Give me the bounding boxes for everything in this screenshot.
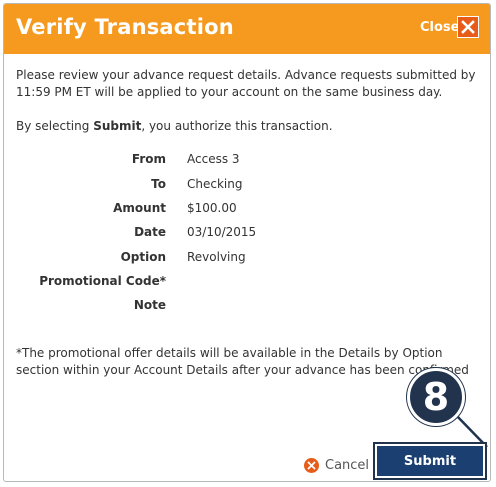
dialog-title: Verify Transaction [16, 15, 234, 39]
note-label: Note [133, 298, 166, 312]
step-callout-badge: 8 [407, 368, 465, 426]
to-value: Checking [187, 177, 243, 191]
dialog-header: Verify Transaction Close [4, 4, 490, 54]
from-label: From [131, 152, 166, 166]
intro-text: Please review your advance request detai… [16, 68, 476, 99]
to-label: To [151, 177, 166, 191]
amount-label: Amount [113, 201, 166, 215]
cancel-button[interactable]: Cancel [304, 456, 369, 474]
amount-value: $100.00 [187, 201, 237, 215]
authorize-text: By selecting Submit, you authorize this … [16, 118, 476, 135]
close-link[interactable]: Close [420, 20, 459, 35]
option-label: Option [120, 250, 166, 264]
close-button[interactable] [457, 16, 479, 38]
date-label: Date [134, 225, 166, 239]
cancel-circle-icon [304, 457, 319, 473]
date-value: 03/10/2015 [187, 225, 257, 239]
from-value: Access 3 [187, 152, 240, 166]
promotional-footnote: *The promotional offer details will be a… [16, 346, 469, 377]
promotional-code-label: Promotional Code* [39, 274, 166, 288]
option-value: Revolving [187, 250, 246, 264]
cancel-label: Cancel [325, 457, 370, 473]
submit-button[interactable]: Submit [377, 446, 483, 476]
authorize-suffix: , you authorize this transaction. [141, 119, 333, 133]
authorize-prefix: By selecting [16, 119, 94, 133]
submit-highlight-frame: Submit [373, 442, 487, 480]
authorize-bold: Submit [93, 119, 142, 133]
